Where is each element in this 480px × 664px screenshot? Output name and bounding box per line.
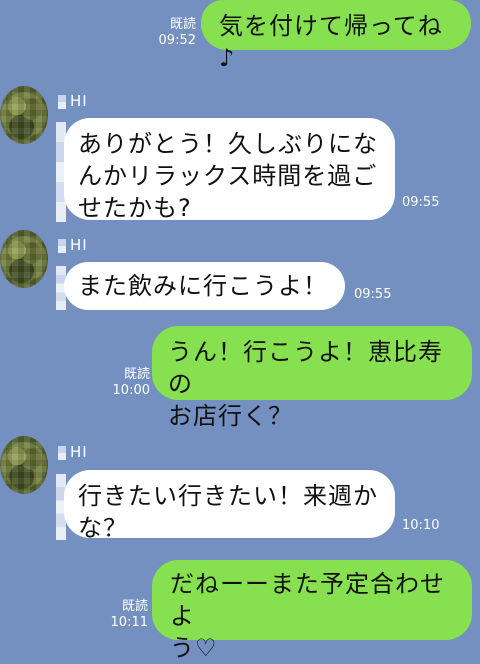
message-text: ありがとう！久しぶりにな んかリラックス時間を過ご せたかも? [78,130,378,222]
sender-name: HI [70,236,88,254]
read-receipt: 既読 [123,367,150,382]
contact-avatar[interactable] [0,86,48,144]
message-text: また飲みに行こうよ！ [78,272,328,300]
their-message-bubble[interactable]: 行きたい行きたい！来週か な？ [64,470,395,542]
my-message-bubble[interactable]: うん！行こうよ！恵比寿の お店行く？ [152,326,472,430]
message-time: 09:55 [354,287,392,302]
read-receipt: 既読 [169,17,196,32]
read-receipt: 既読 [121,599,148,614]
message-time: 09:55 [402,195,440,210]
pixelated-name-fragment [58,239,66,253]
message-time: 10:11 [110,615,148,630]
chat-view[interactable]: 既読 09:52 気を付けて帰ってね♪ HI ありがとう！久しぶりにな んかリラ… [0,0,480,662]
sender-name: HI [70,443,88,461]
pixelated-name-fragment [58,95,66,109]
my-message-bubble[interactable]: だねーーまた予定合わせよ う♡ [152,560,472,662]
message-meta: 既読 10:00 [102,367,150,399]
message-time: 10:10 [402,518,440,533]
contact-avatar[interactable] [0,230,48,288]
sender-name: HI [70,92,88,110]
message-text: だねーーまた予定合わせよ う♡ [170,570,445,662]
message-text: 気を付けて帰ってね♪ [219,12,443,72]
message-time: 09:52 [158,33,196,48]
message-text: うん！行こうよ！恵比寿の お店行く？ [168,338,443,430]
message-meta: 既読 09:52 [148,17,196,49]
message-time: 10:00 [112,383,150,398]
their-message-bubble[interactable]: また飲みに行こうよ！ [64,262,345,310]
message-meta: 既読 10:11 [100,599,148,631]
my-message-bubble[interactable]: 気を付けて帰ってね♪ [201,0,471,72]
message-text: 行きたい行きたい！来週か な？ [78,482,378,542]
pixelated-name-fragment [58,446,66,460]
their-message-bubble[interactable]: ありがとう！久しぶりにな んかリラックス時間を過ご せたかも? [64,118,395,222]
contact-avatar[interactable] [0,436,48,494]
